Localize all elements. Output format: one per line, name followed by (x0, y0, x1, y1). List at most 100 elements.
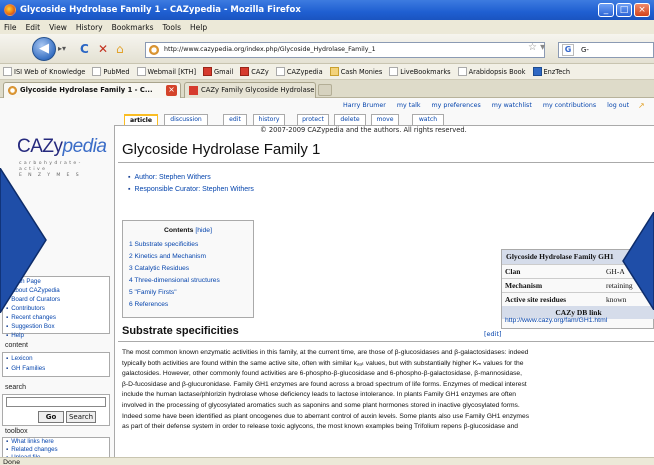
menu-edit[interactable]: Edit (26, 23, 41, 32)
my-contributions-link[interactable]: my contributions (543, 102, 596, 109)
tab-edit[interactable]: edit (223, 114, 247, 125)
maximize-button[interactable]: □ (616, 3, 632, 17)
tab-watch[interactable]: watch (412, 114, 444, 125)
search-engine-input[interactable]: G G- (558, 42, 654, 58)
bookmark-star-icon[interactable]: ☆ ▾ (528, 42, 545, 53)
bookmark-isi[interactable]: ISI Web of Knowledge (3, 67, 85, 76)
menu-bar: File Edit View History Bookmarks Tools H… (0, 20, 654, 34)
bookmark-gmail[interactable]: Gmail (203, 67, 233, 76)
section-divider (118, 341, 654, 342)
bookmark-arabidopsis[interactable]: Arabidopsis Book (457, 67, 526, 76)
reload-icon[interactable]: C (80, 41, 89, 57)
enztech-icon (532, 67, 542, 76)
forward-dropdown-icon[interactable]: ▸▾ (58, 42, 72, 56)
sidebar-item-what-links-here[interactable]: What links here (6, 438, 54, 445)
sidebar-search-input[interactable] (6, 397, 106, 407)
infobox-key: Mechanism (505, 281, 543, 290)
tab-article[interactable]: article (124, 114, 158, 125)
curator-link[interactable]: Responsible Curator: Stephen Withers (128, 186, 253, 193)
sidebar-item-gh-families[interactable]: GH Families (6, 365, 45, 372)
bookmark-label: CAZy (251, 67, 269, 76)
content-heading: content (5, 342, 28, 349)
author-link[interactable]: Author: Stephen Withers (128, 174, 210, 181)
bookmark-webmail[interactable]: Webmail [KTH] (136, 67, 196, 76)
bookmark-cazy[interactable]: CAZy (240, 67, 269, 76)
new-tab-button[interactable] (318, 84, 332, 96)
menu-history[interactable]: History (76, 23, 103, 32)
toc-item[interactable]: 3 Catalytic Residues (129, 265, 189, 272)
user-link[interactable]: Harry Brumer (343, 102, 386, 109)
sidebar-item-suggestion-box[interactable]: Suggestion Box (6, 323, 54, 330)
table-of-contents: Contents [hide] 1 Substrate specificitie… (122, 220, 254, 318)
bookmark-enztech[interactable]: EnzTech (532, 67, 571, 76)
sidebar-item-lexicon[interactable]: Lexicon (6, 355, 32, 362)
menu-view[interactable]: View (49, 23, 67, 32)
tab-gh1[interactable]: Glycoside Hydrolase Family 1 - C... (3, 82, 181, 98)
tab-cazy-family[interactable]: CAZy Family Glycoside Hydrolase (184, 82, 316, 98)
my-talk-link[interactable]: my talk (397, 102, 421, 109)
bookmark-label: PubMed (103, 67, 130, 76)
url-input[interactable]: http://www.cazypedia.org/index.php/Glyco… (145, 42, 545, 58)
search-button[interactable]: Search (66, 411, 96, 423)
tab-label: CAZy Family Glycoside Hydrolase (201, 86, 315, 94)
bookmark-label: Gmail (214, 67, 234, 76)
rss-icon[interactable]: ↗ (638, 101, 645, 110)
menu-bookmarks[interactable]: Bookmarks (112, 23, 154, 32)
go-button[interactable]: Go (38, 411, 64, 423)
toc-heading: Contents (164, 227, 194, 234)
section-edit-link[interactable]: [edit] (484, 330, 502, 338)
cazy-favicon-icon (189, 86, 198, 95)
paragraph-line: β-D-fucosidase and β-glucuronidase. Fami… (122, 380, 527, 388)
home-icon[interactable]: ⌂ (116, 41, 124, 57)
page-icon (136, 67, 146, 76)
cazy-db-link[interactable]: http://www.cazy.org/fam/GH1.html (501, 317, 654, 324)
minimize-button[interactable]: _ (598, 3, 614, 17)
close-tab-icon[interactable]: × (166, 85, 177, 96)
paragraph-line: galactosides. However, other commonly fo… (122, 370, 523, 378)
close-window-button[interactable]: × (634, 3, 650, 17)
infobox-key: Clan (505, 267, 521, 276)
bookmark-cash-monies[interactable]: Cash Monies (329, 67, 383, 76)
tab-move[interactable]: move (371, 114, 399, 125)
tab-discussion[interactable]: discussion (164, 114, 208, 125)
sidebar-item-help[interactable]: Help (6, 332, 24, 339)
toc-hide-link[interactable]: [hide] (195, 227, 212, 234)
tab-protect[interactable]: protect (297, 114, 329, 125)
paragraph-line: involved in the processing of glycosylat… (122, 401, 520, 409)
log-out-link[interactable]: log out (607, 102, 629, 109)
toc-item[interactable]: 5 "Family Firsts" (129, 289, 177, 296)
toc-item[interactable]: 4 Three-dimensional structures (129, 277, 220, 284)
stop-icon[interactable]: ✕ (98, 41, 108, 57)
logo-part: CAZy (17, 136, 63, 157)
page-title: Glycoside Hydrolase Family 1 (122, 141, 321, 158)
personal-tools: Harry Brumer my talk my preferences my w… (343, 102, 638, 109)
sidebar-item-related-changes[interactable]: Related changes (6, 446, 57, 453)
google-icon[interactable]: G (562, 44, 574, 56)
my-preferences-link[interactable]: my preferences (432, 102, 481, 109)
title-divider (118, 162, 654, 163)
search-heading: search (5, 384, 27, 391)
back-button[interactable]: ◀ (32, 37, 56, 61)
toc-item[interactable]: 2 Kinetics and Mechanism (129, 253, 206, 260)
bookmark-cazypedia[interactable]: CAZypedia (275, 67, 323, 76)
gmail-icon (203, 67, 213, 76)
section-heading: Substrate specificities (122, 325, 239, 337)
paragraph-line: as part of their defense system in order… (122, 423, 519, 431)
infobox-key: Active site residues (505, 295, 567, 304)
site-favicon-icon (149, 45, 159, 55)
my-watchlist-link[interactable]: my watchlist (492, 102, 532, 109)
sidebar-item-recent-changes[interactable]: Recent changes (6, 314, 56, 321)
menu-help[interactable]: Help (190, 23, 207, 32)
bookmark-pubmed[interactable]: PubMed (92, 67, 130, 76)
bookmark-label: EnzTech (543, 67, 571, 76)
bookmark-label: Cash Monies (340, 67, 383, 76)
tab-history[interactable]: history (253, 114, 285, 125)
window-titlebar: Glycoside Hydrolase Family 1 - CAZypedia… (0, 0, 654, 20)
menu-tools[interactable]: Tools (163, 23, 181, 32)
tab-delete[interactable]: delete (334, 114, 366, 125)
menu-file[interactable]: File (4, 23, 17, 32)
toc-item[interactable]: 1 Substrate specificities (129, 241, 198, 248)
bookmark-livebookmarks[interactable]: LiveBookmarks (389, 67, 451, 76)
tab-label: Glycoside Hydrolase Family 1 - C... (20, 86, 153, 94)
toc-item[interactable]: 6 References (129, 301, 168, 308)
